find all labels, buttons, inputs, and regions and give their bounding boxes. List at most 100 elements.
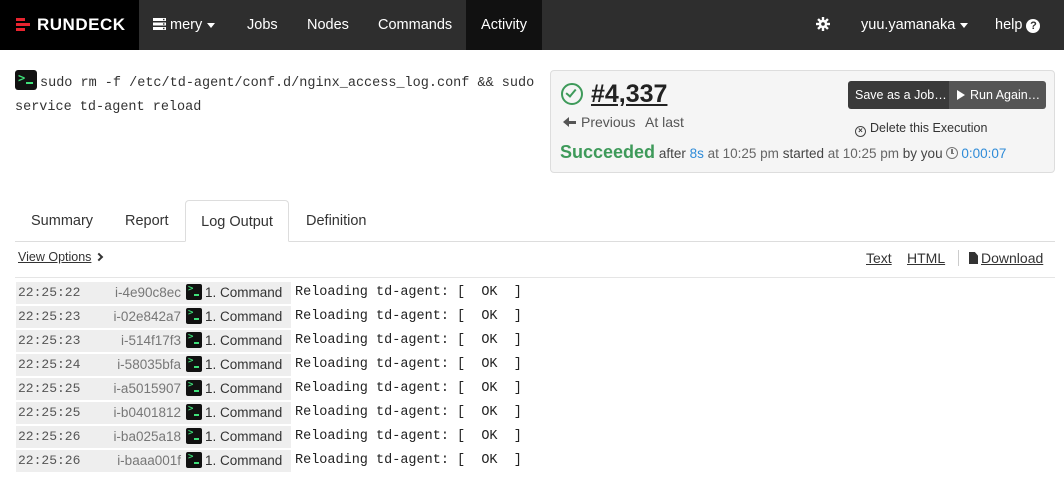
user-menu[interactable]: yuu.yamanaka [861,0,969,50]
log-node[interactable]: i-514f17f3 [101,330,185,352]
log-message: Reloading td-agent: [ OK ] [295,357,522,372]
rundeck-logo-icon [16,18,30,32]
terminal-icon: > [186,380,202,396]
log-step-label: 1. Command [205,309,283,324]
terminal-icon: > [186,332,202,348]
text-format-link[interactable]: Text [866,250,892,266]
log-time: 22:25:26 [16,426,101,448]
nav-jobs[interactable]: Jobs [247,0,278,50]
log-row: 22:25:25 i-a5015907 >1. Command Reloadin… [16,377,1056,401]
clock-icon [946,147,959,159]
terminal-icon: > [186,452,202,468]
nav-commands[interactable]: Commands [378,0,452,50]
log-step-label: 1. Command [205,429,283,444]
delete-label: Delete this Execution [870,121,988,135]
nav-activity[interactable]: Activity [466,0,542,50]
log-time: 22:25:23 [16,306,101,328]
log-step: >1. Command [185,306,291,328]
log-time: 22:25:26 [16,450,101,472]
log-time: 22:25:25 [16,378,101,400]
help-menu[interactable]: help ? [995,0,1041,50]
log-message: Reloading td-agent: [ OK ] [295,453,522,468]
duration: 0:00:07 [961,146,1007,161]
terminal-icon: > [15,70,37,90]
completed-time: at 10:25 pm [707,146,779,161]
duration-short: 8s [689,146,704,161]
download-link[interactable]: Download [969,250,1043,266]
log-row: 22:25:23 i-514f17f3 >1. Command Reloadin… [16,329,1056,353]
download-label: Download [981,250,1044,266]
settings-gear-icon[interactable] [816,0,832,50]
log-step: >1. Command [185,426,291,448]
brand-name: RUNDECK [37,15,126,34]
log-row: 22:25:25 i-b0401812 >1. Command Reloadin… [16,401,1056,425]
log-step: >1. Command [185,402,291,424]
status-text: Succeeded [560,142,656,162]
log-row: 22:25:26 i-ba025a18 >1. Command Reloadin… [16,425,1056,449]
log-node[interactable]: i-a5015907 [101,378,185,400]
arrow-left-icon [563,117,576,127]
log-step-label: 1. Command [205,453,283,468]
log-step-label: 1. Command [205,285,283,300]
user-name: yuu.yamanaka [861,17,956,33]
chevron-down-icon [207,22,216,28]
log-step: >1. Command [185,282,291,304]
log-step-label: 1. Command [205,405,283,420]
remove-circle-icon: × [855,126,866,137]
top-navbar: RUNDECK mery Jobs Nodes Commands Activit… [0,0,1064,50]
log-message: Reloading td-agent: [ OK ] [295,381,522,396]
log-step: >1. Command [185,378,291,400]
previous-execution-link[interactable]: Previous [563,114,635,130]
started-time: at 10:25 pm [827,146,900,161]
log-message: Reloading td-agent: [ OK ] [295,333,522,348]
execution-id-link[interactable]: #4,337 [591,80,667,109]
log-node[interactable]: i-58035bfa [101,354,185,376]
command-text: sudo rm -f /etc/td-agent/conf.d/nginx_ac… [15,76,535,115]
terminal-icon: > [186,284,202,300]
save-as-job-button[interactable]: Save as a Job… [848,81,949,109]
terminal-icon: > [186,308,202,324]
rundeck-logo[interactable]: RUNDECK [0,0,139,50]
log-step: >1. Command [185,450,291,472]
tab-report[interactable]: Report [125,200,169,242]
terminal-icon: > [186,404,202,420]
run-again-label: Run Again… [970,88,1041,102]
log-node[interactable]: i-baaa001f [101,450,185,472]
by-user: by you [902,146,943,161]
log-time: 22:25:25 [16,402,101,424]
log-step-label: 1. Command [205,333,283,348]
question-circle-icon: ? [1026,19,1041,33]
project-name: mery [170,17,203,33]
help-label: help [995,17,1023,33]
tab-log-output[interactable]: Log Output [185,200,289,242]
adhoc-command: > sudo rm -f /etc/td-agent/conf.d/nginx_a… [15,70,535,120]
at-last-label: At last [645,114,684,130]
log-time: 22:25:23 [16,330,101,352]
log-node[interactable]: i-ba025a18 [101,426,185,448]
divider [15,277,1055,278]
log-node[interactable]: i-b0401812 [101,402,185,424]
log-node[interactable]: i-4e90c8ec [101,282,185,304]
log-message: Reloading td-agent: [ OK ] [295,405,522,420]
log-message: Reloading td-agent: [ OK ] [295,429,522,444]
tab-summary[interactable]: Summary [31,200,93,242]
log-row: 22:25:23 i-02e842a7 >1. Command Reloadin… [16,305,1056,329]
divider [958,250,959,266]
view-options-link[interactable]: View Options [18,250,104,264]
execution-status: Succeeded after 8s at 10:25 pm started a… [560,142,1006,163]
tab-definition[interactable]: Definition [306,200,366,242]
log-step-label: 1. Command [205,357,283,372]
log-node[interactable]: i-02e842a7 [101,306,185,328]
html-format-link[interactable]: HTML [907,250,945,266]
nav-nodes[interactable]: Nodes [307,0,349,50]
log-row: 22:25:24 i-58035bfa >1. Command Reloadin… [16,353,1056,377]
project-menu[interactable]: mery [139,0,232,50]
log-step: >1. Command [185,354,291,376]
view-options-label: View Options [18,250,92,264]
delete-execution-link[interactable]: × Delete this Execution [855,121,987,137]
run-again-button[interactable]: Run Again… [949,81,1046,109]
previous-label: Previous [581,114,636,130]
file-icon [969,252,978,264]
chevron-right-icon [95,252,104,262]
log-row: 22:25:22 i-4e90c8ec >1. Command Reloadin… [16,281,1056,305]
